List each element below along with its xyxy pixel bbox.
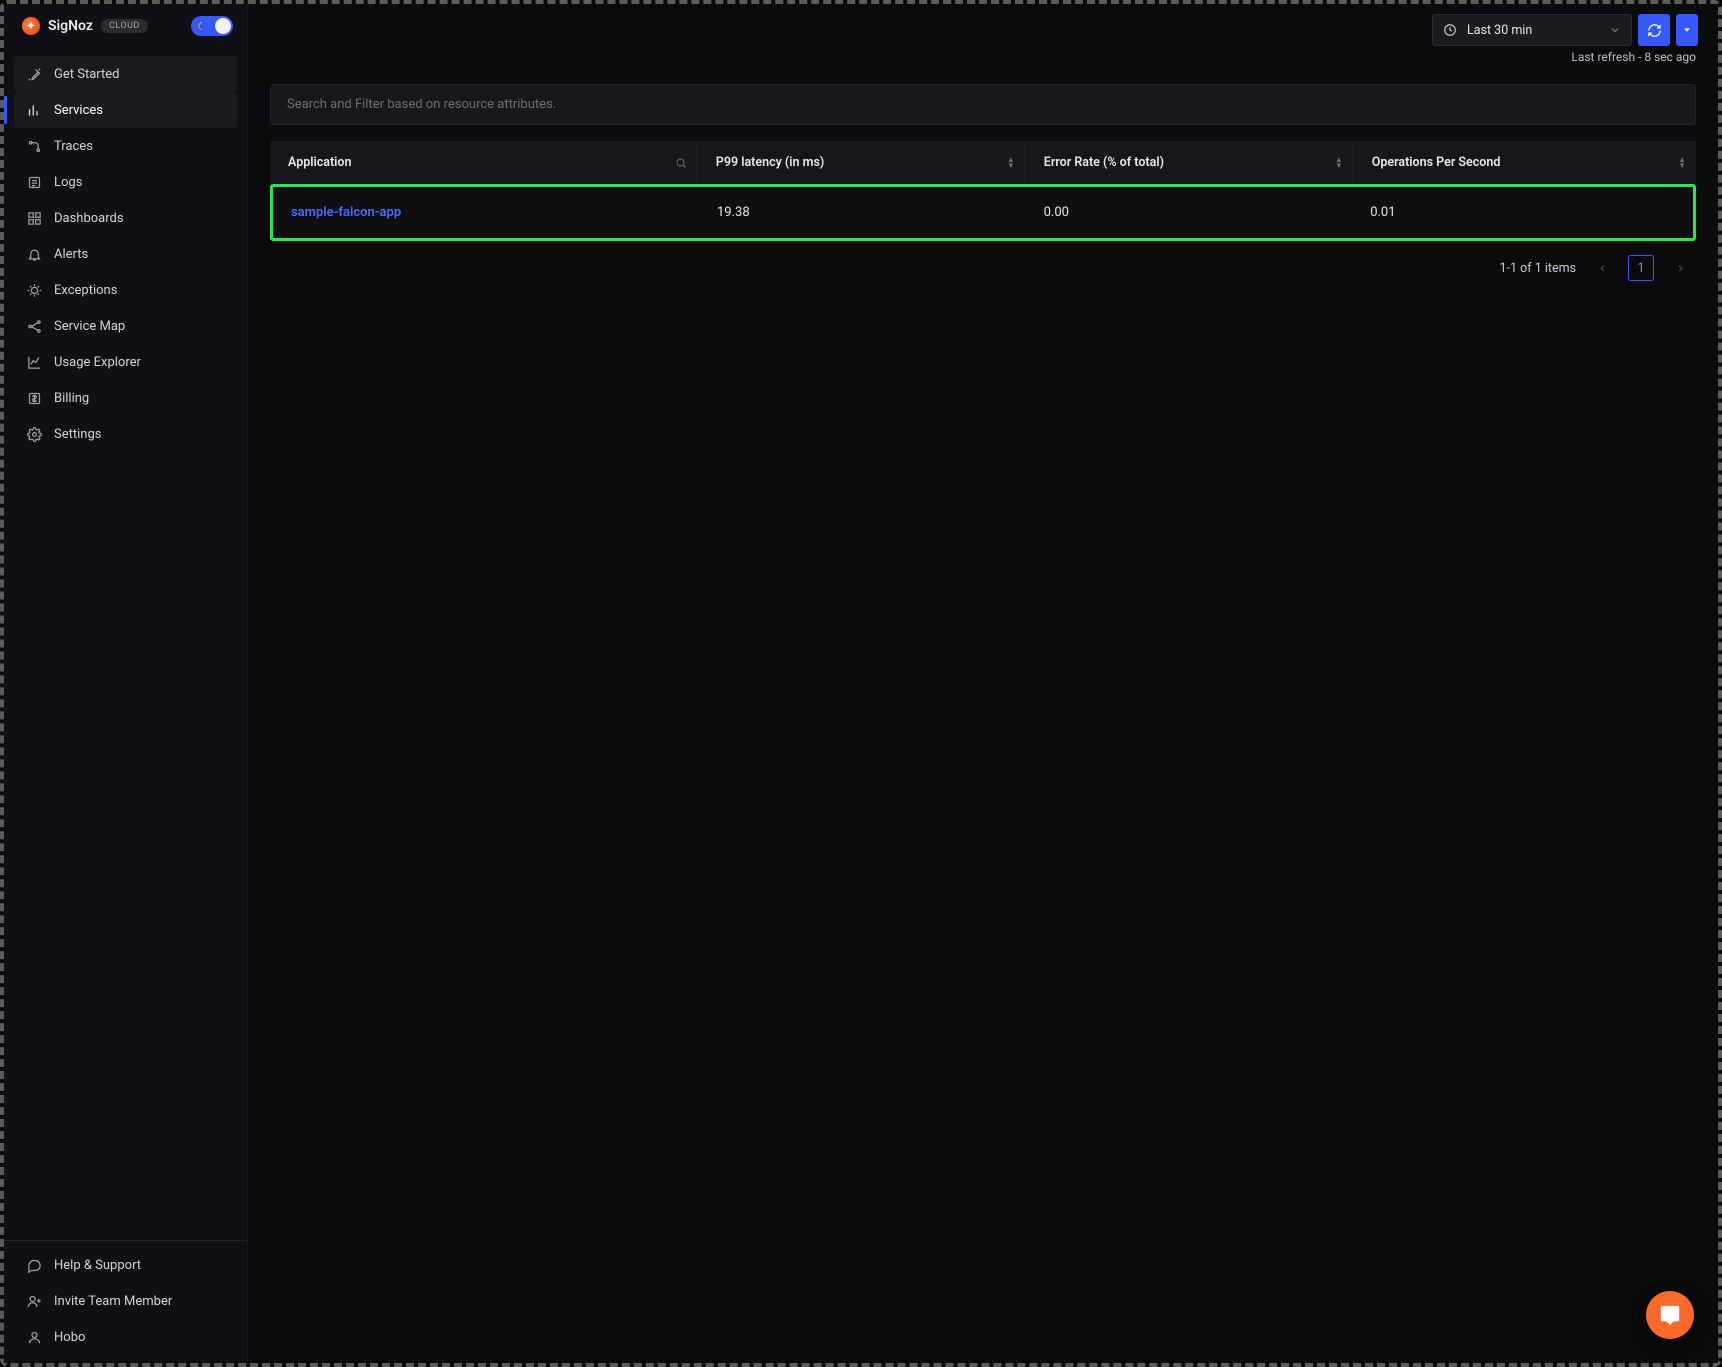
- sidebar-item-user[interactable]: Hobo: [14, 1319, 237, 1355]
- refresh-button[interactable]: [1638, 14, 1670, 46]
- theme-toggle[interactable]: ☾: [191, 16, 233, 36]
- col-error-rate[interactable]: Error Rate (% of total) ▲▼: [1026, 141, 1354, 184]
- sidebar-item-label: Help & Support: [54, 1258, 141, 1273]
- sort-icon[interactable]: ▲▼: [1678, 157, 1686, 169]
- sidebar-item-label: Services: [54, 103, 103, 118]
- sidebar-item-settings[interactable]: Settings: [14, 416, 237, 452]
- bar-chart-icon: [26, 102, 42, 118]
- services-table: Application P99 latency (in ms) ▲▼: [270, 141, 1696, 184]
- dollar-icon: [26, 390, 42, 406]
- col-label: Application: [288, 155, 351, 170]
- refresh-icon: [1647, 23, 1662, 38]
- chat-icon: [26, 1257, 42, 1273]
- prev-page-button[interactable]: [1590, 256, 1614, 280]
- sidebar-nav: Get Started Services Traces Logs: [4, 48, 247, 460]
- chevron-down-icon: [1609, 24, 1621, 36]
- gear-icon: [26, 426, 42, 442]
- brand-header: ✦ SigNoz CLOUD ☾: [4, 4, 247, 48]
- sidebar-item-help[interactable]: Help & Support: [14, 1247, 237, 1283]
- pagination: 1-1 of 1 items 1: [270, 241, 1696, 281]
- bell-icon: [26, 246, 42, 262]
- application-link[interactable]: sample-falcon-app: [291, 205, 401, 220]
- sort-icon[interactable]: ▲▼: [1007, 157, 1015, 169]
- bug-icon: [26, 282, 42, 298]
- sidebar-item-label: Invite Team Member: [54, 1294, 172, 1309]
- sidebar-item-usage-explorer[interactable]: Usage Explorer: [14, 344, 237, 380]
- cell-ops: 0.01: [1370, 205, 1395, 220]
- col-application[interactable]: Application: [270, 141, 698, 184]
- col-label: Error Rate (% of total): [1044, 155, 1164, 170]
- col-label: P99 latency (in ms): [716, 155, 824, 170]
- sidebar-item-invite[interactable]: Invite Team Member: [14, 1283, 237, 1319]
- main-content: Last 30 min Last refresh - 8 sec ago: [248, 4, 1718, 1363]
- search-icon[interactable]: [675, 157, 687, 169]
- user-icon: [26, 1329, 42, 1345]
- chat-bubble-icon: [1659, 1304, 1681, 1326]
- pagination-summary: 1-1 of 1 items: [1500, 261, 1576, 276]
- sidebar-item-label: Billing: [54, 391, 89, 406]
- sidebar-item-traces[interactable]: Traces: [14, 128, 237, 164]
- page-number[interactable]: 1: [1628, 255, 1654, 281]
- refresh-options-button[interactable]: [1676, 14, 1698, 46]
- sort-icon[interactable]: ▲▼: [1335, 157, 1343, 169]
- sidebar-item-label: Get Started: [54, 67, 119, 82]
- table-row[interactable]: sample-falcon-app 19.38 0.00 0.01: [273, 187, 1693, 238]
- grid-icon: [26, 210, 42, 226]
- search-placeholder: Search and Filter based on resource attr…: [287, 97, 556, 112]
- search-filter-input[interactable]: Search and Filter based on resource attr…: [270, 84, 1696, 125]
- caret-down-icon: [1682, 25, 1692, 35]
- cell-p99: 19.38: [717, 205, 750, 220]
- sidebar-item-dashboards[interactable]: Dashboards: [14, 200, 237, 236]
- sidebar-item-billing[interactable]: Billing: [14, 380, 237, 416]
- chart-line-icon: [26, 354, 42, 370]
- sidebar-item-label: Dashboards: [54, 211, 124, 226]
- rocket-icon: [26, 66, 42, 82]
- brand-name: SigNoz: [48, 18, 93, 34]
- sidebar-bottom: Help & Support Invite Team Member Hobo: [4, 1240, 247, 1363]
- sidebar-item-label: Hobo: [54, 1330, 85, 1345]
- sidebar-item-service-map[interactable]: Service Map: [14, 308, 237, 344]
- trace-icon: [26, 138, 42, 154]
- sidebar-item-label: Alerts: [54, 247, 88, 262]
- highlighted-row: sample-falcon-app 19.38 0.00 0.01: [270, 184, 1696, 241]
- time-range-picker[interactable]: Last 30 min: [1432, 14, 1632, 46]
- sidebar-item-label: Traces: [54, 139, 93, 154]
- moon-icon: ☾: [197, 20, 207, 33]
- sidebar-item-label: Usage Explorer: [54, 355, 141, 370]
- brand-logo-icon: ✦: [22, 17, 40, 35]
- col-p99[interactable]: P99 latency (in ms) ▲▼: [698, 141, 1026, 184]
- time-range-label: Last 30 min: [1467, 23, 1532, 38]
- sidebar-item-alerts[interactable]: Alerts: [14, 236, 237, 272]
- sidebar: ✦ SigNoz CLOUD ☾ Get Started Services: [4, 4, 248, 1363]
- brand-tag: CLOUD: [101, 19, 148, 33]
- sidebar-item-logs[interactable]: Logs: [14, 164, 237, 200]
- col-label: Operations Per Second: [1372, 155, 1501, 170]
- user-plus-icon: [26, 1293, 42, 1309]
- col-ops[interactable]: Operations Per Second ▲▼: [1354, 141, 1696, 184]
- toggle-knob: [215, 18, 231, 34]
- sidebar-item-label: Settings: [54, 427, 101, 442]
- logs-icon: [26, 174, 42, 190]
- network-icon: [26, 318, 42, 334]
- topbar: Last 30 min Last refresh - 8 sec ago: [248, 4, 1718, 64]
- next-page-button[interactable]: [1668, 256, 1692, 280]
- clock-icon: [1443, 23, 1457, 37]
- sidebar-item-exceptions[interactable]: Exceptions: [14, 272, 237, 308]
- sidebar-item-label: Exceptions: [54, 283, 117, 298]
- sidebar-item-get-started[interactable]: Get Started: [14, 56, 237, 92]
- last-refresh-text: Last refresh - 8 sec ago: [1571, 46, 1698, 64]
- cell-error: 0.00: [1044, 205, 1069, 220]
- sidebar-item-label: Service Map: [54, 319, 125, 334]
- sidebar-item-label: Logs: [54, 175, 82, 190]
- sidebar-item-services[interactable]: Services: [14, 92, 237, 128]
- chat-support-button[interactable]: [1646, 1291, 1694, 1339]
